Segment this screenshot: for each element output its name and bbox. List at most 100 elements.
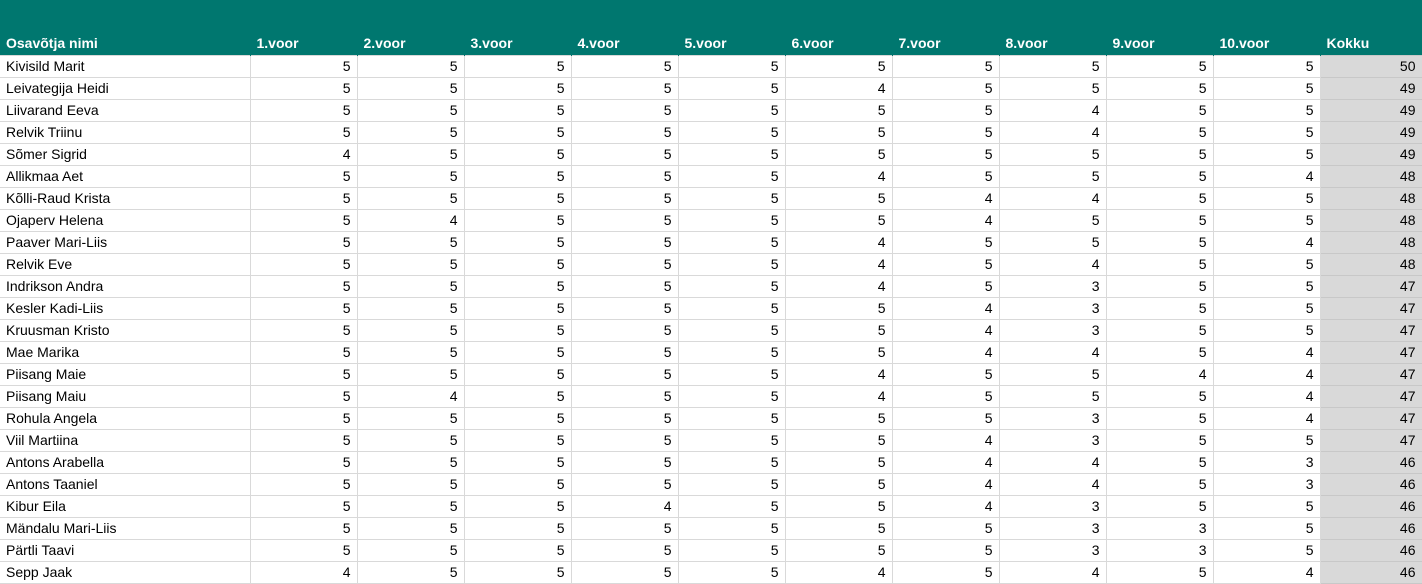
round-score: 4 <box>892 319 999 341</box>
round-score: 4 <box>999 561 1106 583</box>
total-score: 47 <box>1320 275 1422 297</box>
round-score: 5 <box>678 341 785 363</box>
table-row: Paaver Mari-Liis555554555448 <box>0 231 1422 253</box>
round-score: 3 <box>999 495 1106 517</box>
round-score: 5 <box>571 385 678 407</box>
table-row: Kivisild Marit555555555550 <box>0 55 1422 77</box>
round-score: 5 <box>357 143 464 165</box>
round-score: 5 <box>250 231 357 253</box>
round-score: 5 <box>785 341 892 363</box>
round-score: 5 <box>464 495 571 517</box>
round-score: 5 <box>250 473 357 495</box>
round-score: 5 <box>464 451 571 473</box>
round-score: 5 <box>250 99 357 121</box>
round-score: 5 <box>250 319 357 341</box>
header-round-4: 4.voor <box>571 0 678 55</box>
round-score: 5 <box>250 407 357 429</box>
round-score: 5 <box>999 231 1106 253</box>
round-score: 4 <box>785 77 892 99</box>
round-score: 4 <box>785 253 892 275</box>
participant-name: Kõlli-Raud Krista <box>0 187 250 209</box>
total-score: 50 <box>1320 55 1422 77</box>
round-score: 5 <box>571 121 678 143</box>
round-score: 5 <box>1213 143 1320 165</box>
participant-name: Liivarand Eeva <box>0 99 250 121</box>
header-round-8: 8.voor <box>999 0 1106 55</box>
round-score: 5 <box>250 253 357 275</box>
round-score: 5 <box>357 275 464 297</box>
participant-name: Indrikson Andra <box>0 275 250 297</box>
participant-name: Rohula Angela <box>0 407 250 429</box>
round-score: 5 <box>464 385 571 407</box>
participant-name: Kruusman Kristo <box>0 319 250 341</box>
table-row: Sepp Jaak455554545446 <box>0 561 1422 583</box>
table-row: Antons Taaniel555555445346 <box>0 473 1422 495</box>
round-score: 4 <box>892 451 999 473</box>
round-score: 5 <box>1106 495 1213 517</box>
header-round-9: 9.voor <box>1106 0 1213 55</box>
table-row: Ojaperv Helena545555455548 <box>0 209 1422 231</box>
round-score: 5 <box>678 429 785 451</box>
participant-name: Mae Marika <box>0 341 250 363</box>
round-score: 4 <box>999 99 1106 121</box>
round-score: 4 <box>892 341 999 363</box>
header-round-5: 5.voor <box>678 0 785 55</box>
round-score: 5 <box>1213 209 1320 231</box>
header-round-7: 7.voor <box>892 0 999 55</box>
round-score: 4 <box>892 429 999 451</box>
round-score: 4 <box>892 495 999 517</box>
round-score: 5 <box>357 495 464 517</box>
total-score: 48 <box>1320 253 1422 275</box>
round-score: 5 <box>357 99 464 121</box>
table-row: Relvik Eve555554545548 <box>0 253 1422 275</box>
participant-name: Allikmaa Aet <box>0 165 250 187</box>
round-score: 5 <box>464 55 571 77</box>
round-score: 4 <box>892 187 999 209</box>
round-score: 5 <box>357 341 464 363</box>
round-score: 4 <box>999 473 1106 495</box>
round-score: 5 <box>678 385 785 407</box>
round-score: 5 <box>999 209 1106 231</box>
round-score: 5 <box>464 231 571 253</box>
total-score: 47 <box>1320 297 1422 319</box>
round-score: 5 <box>464 143 571 165</box>
round-score: 3 <box>999 539 1106 561</box>
round-score: 5 <box>1213 55 1320 77</box>
total-score: 47 <box>1320 407 1422 429</box>
round-score: 5 <box>785 187 892 209</box>
total-score: 49 <box>1320 121 1422 143</box>
round-score: 5 <box>785 429 892 451</box>
round-score: 5 <box>1213 319 1320 341</box>
round-score: 5 <box>892 385 999 407</box>
round-score: 5 <box>892 253 999 275</box>
round-score: 5 <box>357 187 464 209</box>
total-score: 46 <box>1320 539 1422 561</box>
round-score: 5 <box>571 451 678 473</box>
round-score: 3 <box>999 517 1106 539</box>
participant-name: Kibur Eila <box>0 495 250 517</box>
round-score: 4 <box>1213 341 1320 363</box>
total-score: 48 <box>1320 231 1422 253</box>
round-score: 5 <box>785 473 892 495</box>
round-score: 5 <box>571 275 678 297</box>
table-row: Kibur Eila555455435546 <box>0 495 1422 517</box>
round-score: 5 <box>999 77 1106 99</box>
round-score: 5 <box>357 253 464 275</box>
round-score: 4 <box>892 297 999 319</box>
round-score: 5 <box>464 121 571 143</box>
participant-name: Paaver Mari-Liis <box>0 231 250 253</box>
round-score: 5 <box>464 561 571 583</box>
round-score: 4 <box>1106 363 1213 385</box>
round-score: 4 <box>571 495 678 517</box>
round-score: 5 <box>571 473 678 495</box>
total-score: 46 <box>1320 473 1422 495</box>
round-score: 5 <box>250 275 357 297</box>
round-score: 5 <box>1106 77 1213 99</box>
round-score: 5 <box>892 55 999 77</box>
round-score: 5 <box>464 209 571 231</box>
participant-name: Piisang Maie <box>0 363 250 385</box>
round-score: 5 <box>250 77 357 99</box>
round-score: 5 <box>464 319 571 341</box>
total-score: 47 <box>1320 341 1422 363</box>
round-score: 5 <box>1106 209 1213 231</box>
